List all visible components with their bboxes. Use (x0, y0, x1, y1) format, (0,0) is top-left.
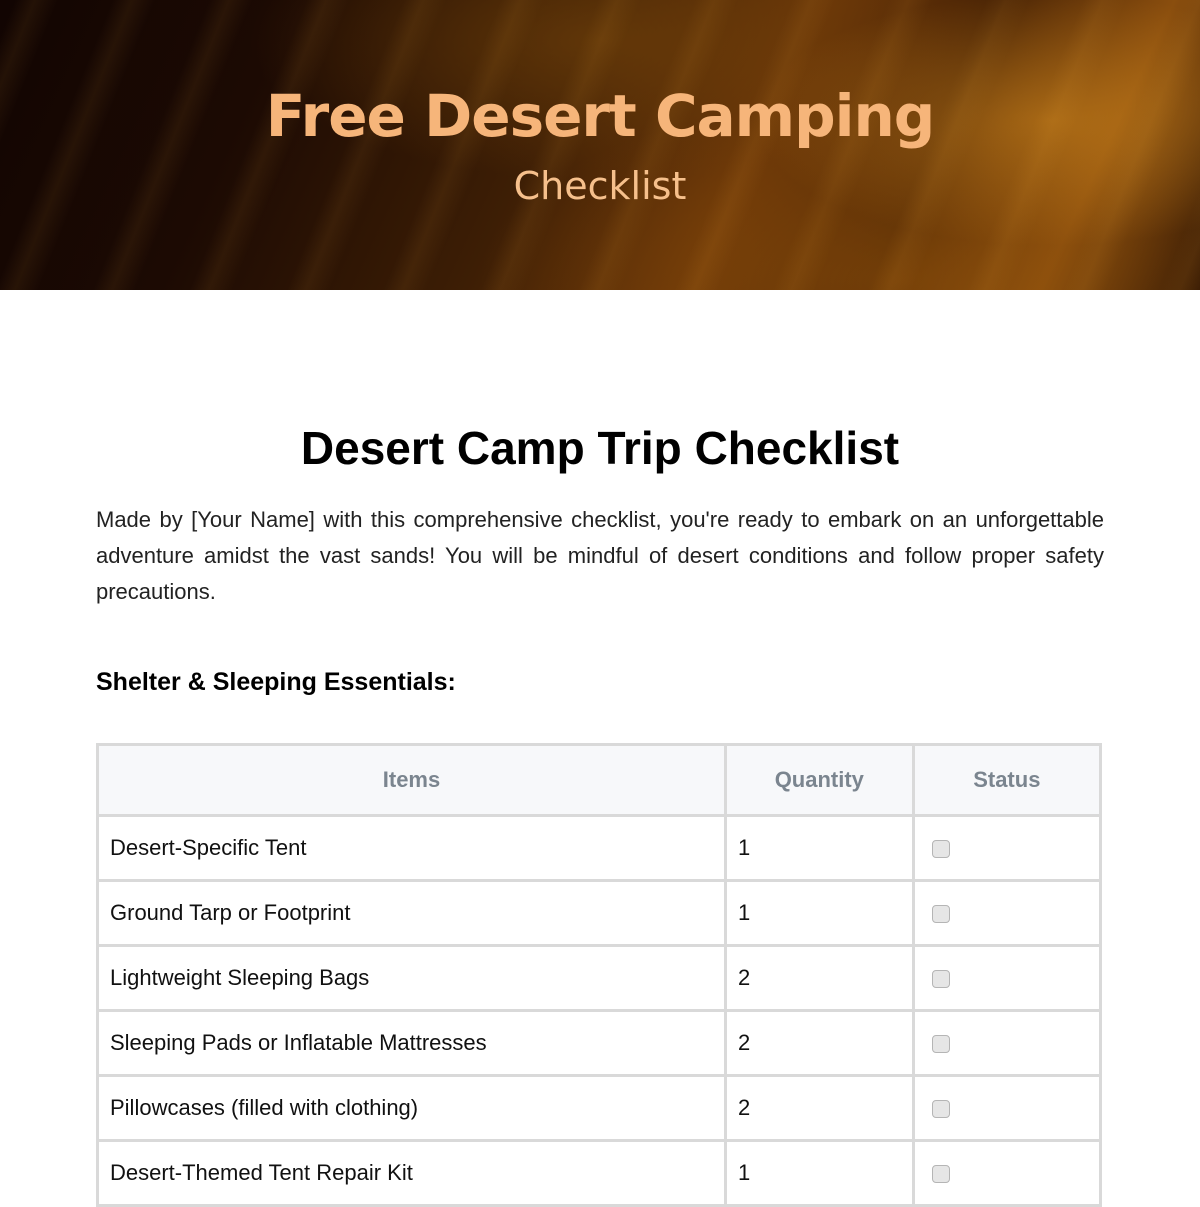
table-row: Pillowcases (filled with clothing) 2 (96, 1074, 1103, 1142)
item-quantity: 1 (723, 879, 915, 947)
header-items: Items (96, 743, 727, 817)
document-body: Desert Camp Trip Checklist Made by [Your… (0, 420, 1200, 1207)
table-header-row: Items Quantity Status (96, 743, 1103, 817)
banner-subtitle: Checklist (513, 164, 687, 208)
status-checkbox[interactable] (931, 1165, 950, 1184)
status-cell (911, 944, 1103, 1012)
table-row: Desert-Specific Tent 1 (96, 814, 1103, 882)
status-checkbox[interactable] (931, 840, 950, 859)
item-name: Lightweight Sleeping Bags (96, 944, 727, 1012)
intro-paragraph: Made by [Your Name] with this comprehens… (96, 507, 1104, 604)
item-quantity: 1 (723, 1139, 915, 1207)
status-cell (911, 814, 1103, 882)
header-status: Status (911, 743, 1103, 817)
item-name: Desert-Specific Tent (96, 814, 727, 882)
item-name: Ground Tarp or Footprint (96, 879, 727, 947)
table-row: Ground Tarp or Footprint 1 (96, 879, 1103, 947)
item-quantity: 2 (723, 1009, 915, 1077)
status-cell (911, 1009, 1103, 1077)
checklist-table: Items Quantity Status Desert-Specific Te… (96, 743, 1103, 1207)
header-quantity: Quantity (723, 743, 915, 817)
status-checkbox[interactable] (931, 1100, 950, 1119)
status-checkbox[interactable] (931, 905, 950, 924)
item-quantity: 1 (723, 814, 915, 882)
status-cell (911, 1139, 1103, 1207)
item-quantity: 2 (723, 1074, 915, 1142)
item-name: Sleeping Pads or Inflatable Mattresses (96, 1009, 727, 1077)
item-name: Pillowcases (filled with clothing) (96, 1074, 727, 1142)
section-title: Shelter & Sleeping Essentials: (96, 668, 456, 696)
table-row: Lightweight Sleeping Bags 2 (96, 944, 1103, 1012)
status-cell (911, 1074, 1103, 1142)
header-banner: Free Desert Camping Checklist (0, 0, 1200, 290)
document-title: Desert Camp Trip Checklist (300, 422, 900, 474)
item-quantity: 2 (723, 944, 915, 1012)
status-cell (911, 879, 1103, 947)
status-checkbox[interactable] (931, 1035, 950, 1054)
item-name: Desert-Themed Tent Repair Kit (96, 1139, 727, 1207)
table-row: Desert-Themed Tent Repair Kit 1 (96, 1139, 1103, 1207)
banner-title: Free Desert Camping (265, 82, 936, 150)
table-row: Sleeping Pads or Inflatable Mattresses 2 (96, 1009, 1103, 1077)
status-checkbox[interactable] (931, 970, 950, 989)
